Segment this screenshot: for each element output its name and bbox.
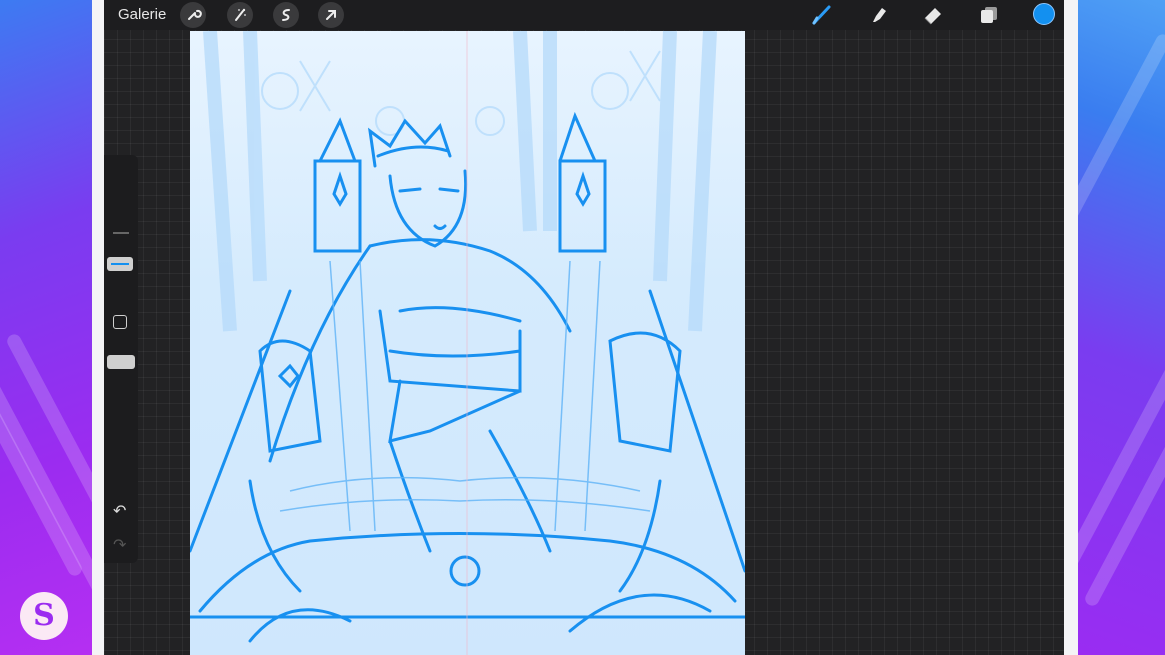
channel-logo: S xyxy=(20,592,68,640)
drawing-canvas[interactable] xyxy=(190,31,745,655)
eraser-icon[interactable] xyxy=(920,2,946,28)
opacity-slider-handle[interactable] xyxy=(107,355,135,369)
gallery-button[interactable]: Galerie xyxy=(118,6,166,23)
brush-icon[interactable] xyxy=(809,2,835,28)
drawing-app: Galerie ↶ ↷ xyxy=(104,0,1064,655)
size-slider-track[interactable] xyxy=(113,232,129,234)
undo-icon[interactable]: ↶ xyxy=(113,501,126,521)
redo-icon[interactable]: ↷ xyxy=(113,535,126,555)
wrench-icon[interactable] xyxy=(180,2,206,28)
transform-arrow-icon[interactable] xyxy=(318,2,344,28)
color-picker-button[interactable] xyxy=(1033,3,1055,25)
magic-wand-icon[interactable] xyxy=(227,2,253,28)
left-background-panel: S xyxy=(0,0,92,655)
right-background-panel xyxy=(1078,0,1165,655)
size-slider-handle[interactable] xyxy=(107,257,133,271)
smudge-icon[interactable] xyxy=(865,2,891,28)
device-frame-left xyxy=(92,0,104,655)
eyedropper-square-icon[interactable] xyxy=(113,315,127,329)
device-frame-right xyxy=(1064,0,1078,655)
layers-icon[interactable] xyxy=(976,2,1002,28)
toolbar: Galerie xyxy=(104,0,1064,30)
selection-icon[interactable] xyxy=(273,2,299,28)
brush-sidebar: ↶ ↷ xyxy=(104,155,138,563)
sketch-artwork xyxy=(190,31,745,655)
